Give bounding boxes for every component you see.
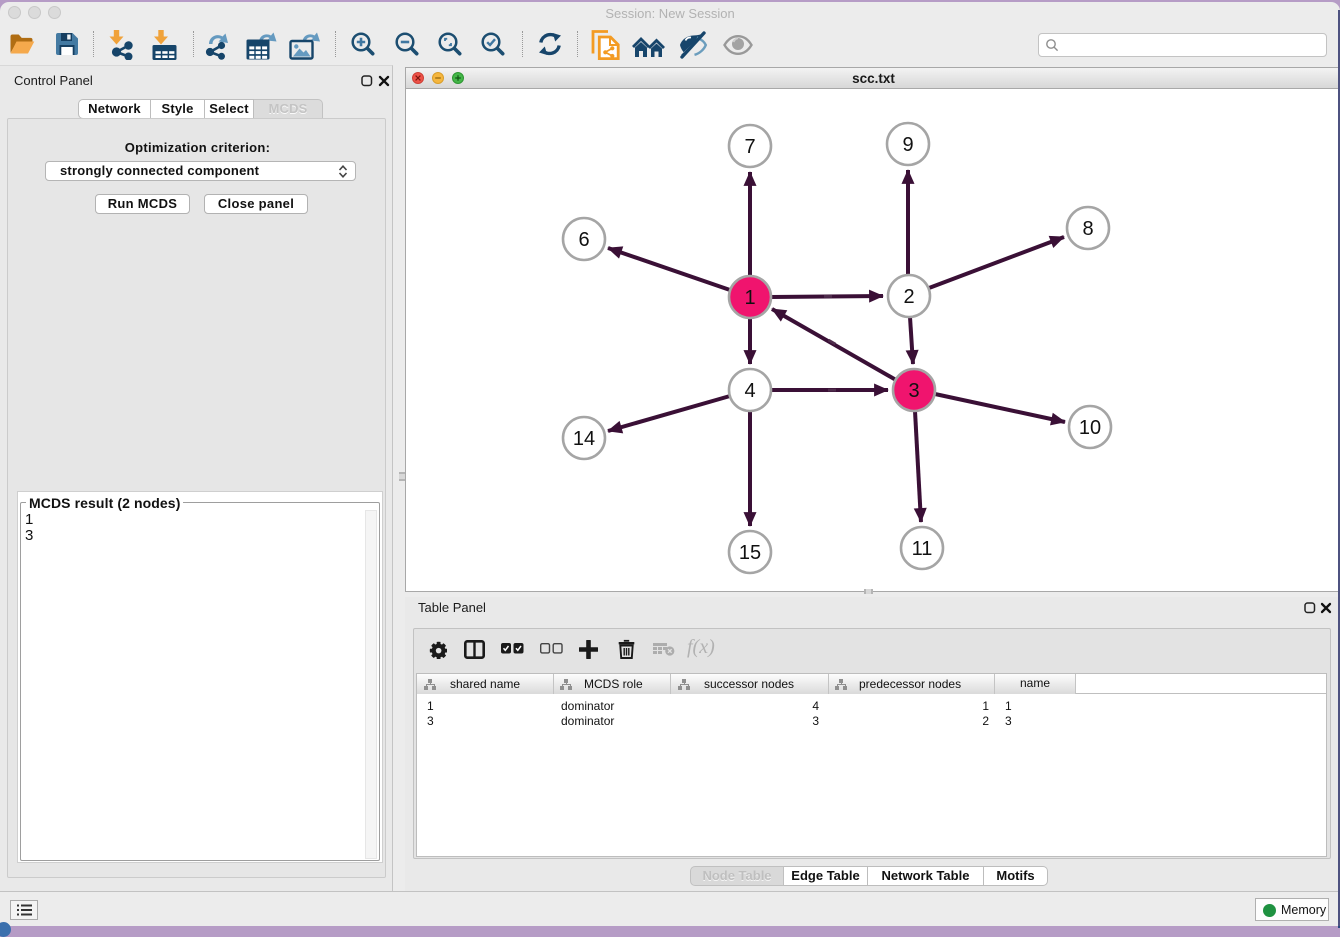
svg-text:11: 11 bbox=[912, 538, 933, 560]
svg-text:10: 10 bbox=[1079, 417, 1101, 439]
svg-text:2: 2 bbox=[903, 286, 914, 308]
svg-text:15: 15 bbox=[739, 542, 761, 564]
svg-text:14: 14 bbox=[573, 428, 595, 450]
svg-text:7: 7 bbox=[744, 136, 755, 158]
svg-text:1: 1 bbox=[744, 287, 755, 309]
svg-text:8: 8 bbox=[1082, 218, 1093, 240]
svg-text:4: 4 bbox=[744, 380, 755, 402]
svg-text:6: 6 bbox=[578, 229, 589, 251]
svg-text:3: 3 bbox=[908, 380, 919, 402]
svg-text:9: 9 bbox=[902, 134, 913, 156]
